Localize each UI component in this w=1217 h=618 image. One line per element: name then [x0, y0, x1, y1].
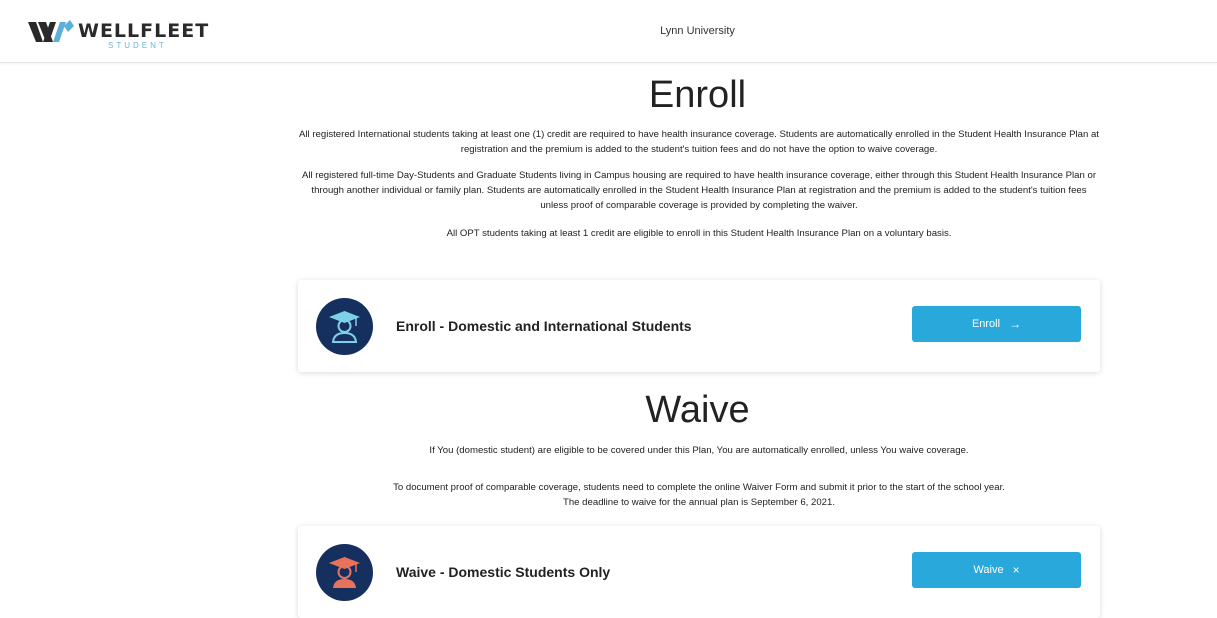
enroll-paragraph-3: All OPT students taking at least 1 credi…: [446, 228, 952, 239]
school-name: Lynn University: [660, 25, 735, 37]
enroll-card-label: Enroll - Domestic and International Stud…: [396, 318, 692, 334]
waive-paragraph-1: If You (domestic student) are eligible t…: [429, 445, 969, 456]
brand-subtitle: STUDENT: [108, 41, 167, 50]
graduate-student-icon: [316, 298, 373, 355]
close-icon: ×: [1012, 563, 1020, 577]
waive-card-label: Waive - Domestic Students Only: [396, 564, 611, 580]
waive-button-label: Waive: [973, 564, 1004, 576]
site-header: WELLFLEET STUDENT Lynn University: [0, 0, 1217, 63]
enroll-paragraph-1: All registered International students ta…: [299, 129, 1099, 155]
enroll-paragraph-2: All registered full-time Day-Students an…: [301, 170, 1097, 211]
enroll-card: Enroll - Domestic and International Stud…: [298, 280, 1100, 372]
waive-card: Waive - Domestic Students Only Waive ×: [298, 526, 1100, 618]
arrow-right-icon: →: [1009, 317, 1022, 331]
enroll-button[interactable]: Enroll →: [912, 306, 1081, 342]
waive-paragraph-2: To document proof of comparable coverage…: [393, 482, 1005, 493]
enroll-button-label: Enroll: [971, 318, 1001, 330]
waive-paragraph-3: The deadline to waive for the annual pla…: [562, 497, 835, 508]
enroll-title: Enroll: [648, 74, 747, 116]
waive-title: Waive: [645, 389, 750, 431]
waive-button[interactable]: Waive ×: [912, 552, 1081, 588]
student-waive-icon: [316, 544, 373, 601]
